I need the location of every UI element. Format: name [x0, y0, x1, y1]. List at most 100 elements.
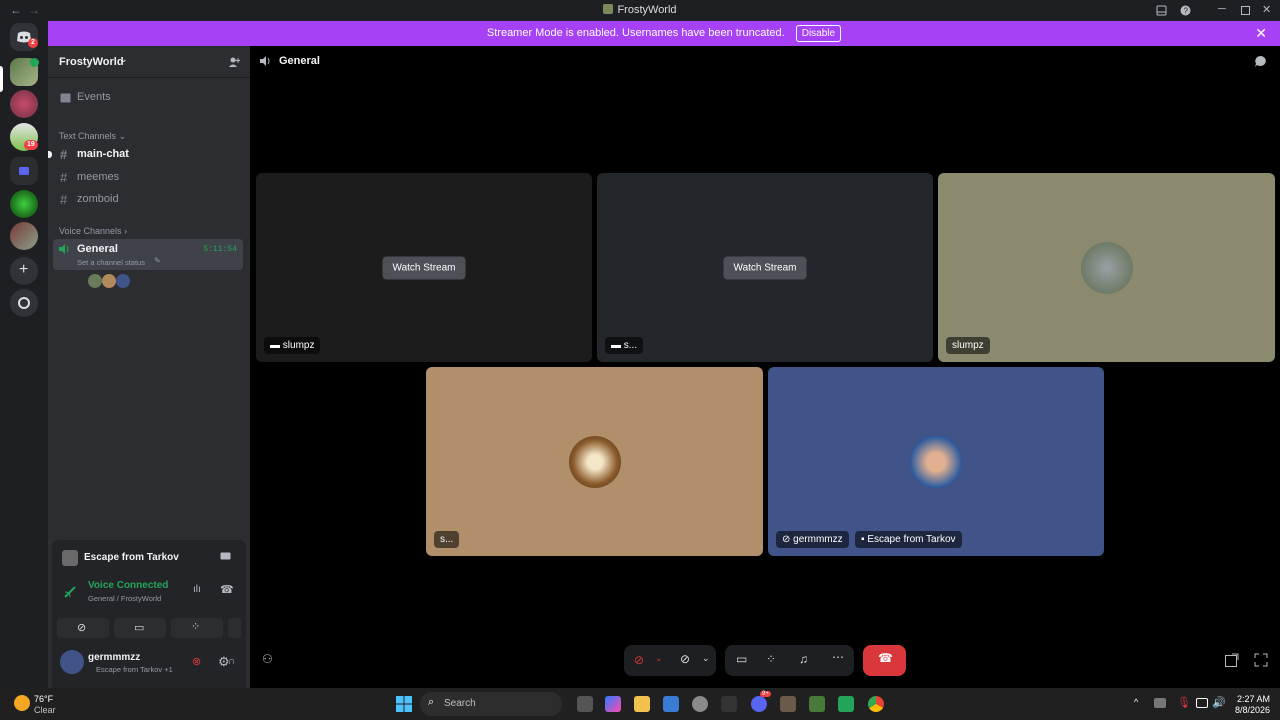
- close-window-icon[interactable]: ✕: [1262, 3, 1271, 16]
- clock-date[interactable]: 8/8/2026: [1235, 705, 1270, 715]
- chat-bubble-icon[interactable]: [1254, 55, 1267, 68]
- voice-channel-general[interactable]: General 5:11:54 Set a channel status ✎: [53, 239, 243, 270]
- more-options-icon[interactable]: ⋯: [832, 650, 844, 664]
- screen-share-icon: ▬: [270, 340, 283, 351]
- share-screen-button[interactable]: ▭: [114, 618, 166, 638]
- noise-suppression-icon[interactable]: ılı: [193, 584, 201, 595]
- pop-out-icon[interactable]: [1225, 653, 1239, 667]
- mic-muted-icon: ⊘: [782, 534, 794, 545]
- store-icon[interactable]: [663, 696, 679, 712]
- minimize-icon[interactable]: ─: [1218, 3, 1226, 15]
- channel-status-placeholder[interactable]: Set a channel status: [77, 258, 145, 267]
- volume-icon[interactable]: 🔊: [1212, 696, 1226, 709]
- camera-off-icon[interactable]: ⊘: [680, 652, 690, 666]
- participant-avatar: [910, 435, 962, 488]
- voice-status-block: Voice Connected General / FrostyWorld ıl…: [52, 576, 246, 688]
- mic-muted-icon[interactable]: ⊗: [192, 655, 201, 668]
- invite-people-icon[interactable]: [228, 56, 240, 68]
- share-screen-icon[interactable]: ▭: [736, 652, 747, 666]
- tile-name-label: s...: [434, 531, 460, 548]
- camera-toggle-button[interactable]: ⊘: [57, 618, 109, 638]
- participant-avatar[interactable]: [116, 274, 130, 288]
- screen-share-icon[interactable]: [220, 552, 231, 562]
- microphone-tray-icon[interactable]: 🎙: [1177, 696, 1191, 709]
- participant-avatar: [1080, 241, 1133, 294]
- voice-connected-status[interactable]: Voice Connected: [88, 580, 168, 591]
- user-tile-4[interactable]: s...: [426, 367, 763, 556]
- watch-stream-button[interactable]: Watch Stream: [382, 256, 466, 279]
- invite-to-call-icon[interactable]: ⚇: [262, 652, 273, 666]
- disable-streamer-mode-button[interactable]: Disable: [795, 25, 842, 42]
- disconnect-call-button[interactable]: ☎: [863, 645, 906, 676]
- voice-channels-category[interactable]: Voice Channels ›: [59, 226, 127, 236]
- participant-avatar[interactable]: [88, 274, 102, 288]
- discord-badge: 9+: [760, 691, 771, 697]
- user-tile-5[interactable]: ⊘ germmmzz ▪ Escape from Tarkov: [768, 367, 1104, 556]
- activity-row: Escape from Tarkov: [52, 540, 246, 576]
- chevron-down-icon[interactable]: ⌄: [702, 653, 710, 664]
- text-channels-category[interactable]: Text Channels ⌄: [59, 131, 126, 142]
- discover-compass-icon[interactable]: [10, 289, 38, 317]
- chevron-down-icon[interactable]: ⌄: [655, 653, 663, 664]
- hashtag-icon: #: [60, 147, 68, 162]
- tile-name-text: germmmzz: [793, 534, 843, 545]
- pencil-icon[interactable]: ✎: [154, 256, 161, 265]
- close-banner-icon[interactable]: ✕: [1255, 21, 1267, 46]
- activities-icon[interactable]: ⁘: [766, 652, 776, 666]
- window-title: FrostyWorld: [0, 4, 1280, 16]
- app-icon[interactable]: [838, 696, 854, 712]
- windows-start-icon[interactable]: [396, 696, 412, 712]
- taskbar-search-box[interactable]: ⌕ Search: [420, 692, 562, 716]
- selected-server-pill: [0, 66, 3, 92]
- discord-taskbar-icon[interactable]: [751, 696, 767, 712]
- stream-tile-1[interactable]: Watch Stream ▬ slumpz: [256, 173, 592, 362]
- server-header[interactable]: FrostyWorld ⌄: [48, 46, 250, 78]
- user-settings-gear-icon[interactable]: ⚙: [218, 654, 230, 670]
- user-tile-3[interactable]: slumpz: [938, 173, 1275, 362]
- tile-activity-text: Escape from Tarkov: [867, 534, 956, 545]
- tile-name-label: ⊘ germmmzz: [776, 531, 849, 548]
- disconnect-icon[interactable]: ☎: [220, 583, 234, 596]
- server-icon-6[interactable]: [10, 222, 38, 250]
- clock-time[interactable]: 2:27 AM: [1237, 694, 1270, 704]
- soundboard-button[interactable]: [228, 618, 241, 638]
- watch-stream-button[interactable]: Watch Stream: [723, 256, 807, 279]
- stream-tile-2[interactable]: Watch Stream ▬ s...: [597, 173, 933, 362]
- voice-location: General / FrostyWorld: [88, 594, 162, 603]
- file-explorer-icon[interactable]: [634, 696, 650, 712]
- participant-avatar[interactable]: [102, 274, 116, 288]
- channel-label: meemes: [77, 171, 120, 183]
- voice-connection-panel: Escape from Tarkov Voice Connected Gener…: [52, 540, 246, 688]
- tray-chevron-icon[interactable]: ^: [1134, 697, 1138, 707]
- weather-sun-icon[interactable]: [14, 695, 30, 711]
- folder-icon[interactable]: [10, 157, 38, 185]
- app-icon[interactable]: [721, 696, 737, 712]
- game-taskbar-icon[interactable]: [780, 696, 796, 712]
- server-name: FrostyWorld: [59, 56, 124, 68]
- events-item[interactable]: Events: [53, 87, 243, 108]
- home-notification-badge: 2: [28, 38, 38, 48]
- channel-meemes[interactable]: # meemes: [53, 167, 243, 188]
- maximize-icon[interactable]: [1241, 6, 1250, 15]
- user-avatar[interactable]: [60, 650, 84, 674]
- copilot-icon[interactable]: [605, 696, 621, 712]
- chrome-icon[interactable]: [868, 696, 884, 712]
- add-server-icon[interactable]: +: [10, 257, 38, 285]
- channel-zomboid[interactable]: # zomboid: [53, 189, 243, 210]
- server-icon-leaf[interactable]: [10, 190, 38, 218]
- tray-app-icon[interactable]: [1154, 698, 1166, 708]
- help-icon[interactable]: ?: [1180, 5, 1191, 16]
- weather-temp[interactable]: 76°F: [34, 694, 53, 704]
- task-view-icon[interactable]: [577, 696, 593, 712]
- channel-main-chat[interactable]: # main-chat: [53, 144, 243, 165]
- settings-app-icon[interactable]: [692, 696, 708, 712]
- mic-muted-icon[interactable]: ⊘: [634, 653, 644, 667]
- signal-icon[interactable]: [64, 586, 76, 598]
- app-icon[interactable]: [809, 696, 825, 712]
- activities-button[interactable]: ⁘: [171, 618, 223, 638]
- inbox-icon[interactable]: [1156, 5, 1167, 16]
- network-icon[interactable]: [1196, 698, 1208, 708]
- server-icon-2[interactable]: [10, 90, 38, 118]
- fullscreen-icon[interactable]: [1254, 653, 1268, 667]
- soundboard-icon[interactable]: ♫: [799, 652, 808, 666]
